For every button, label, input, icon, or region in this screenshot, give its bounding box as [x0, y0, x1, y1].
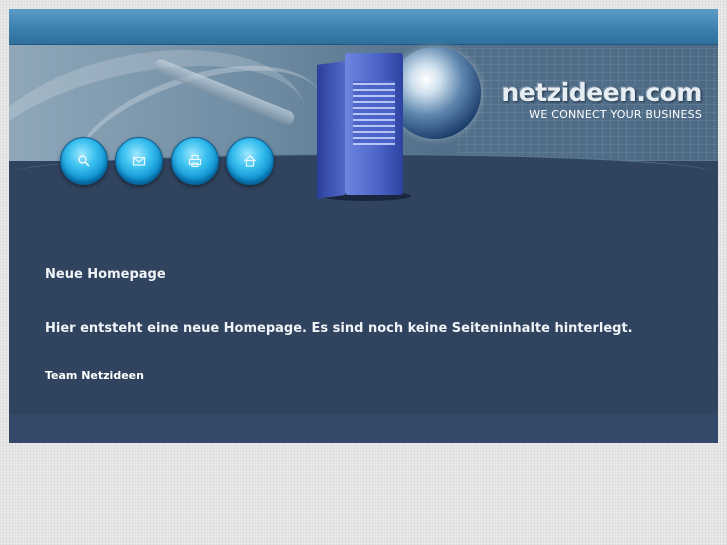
footer-bar [9, 414, 718, 443]
brand-tagline: WE CONNECT YOUR BUSINESS [529, 108, 702, 121]
brand-name: netzideen.com [501, 78, 703, 107]
signature: Team Netzideen [45, 369, 144, 382]
home-button[interactable] [226, 137, 274, 185]
server-side [317, 61, 345, 199]
search-icon [78, 155, 90, 167]
top-bar [9, 9, 718, 45]
mail-button[interactable] [115, 137, 163, 185]
home-icon [244, 155, 256, 167]
brand-logo[interactable]: netzideen.com WE CONNECT YOUR BUSINESS [501, 78, 703, 122]
server-slots [353, 81, 395, 145]
page-text: Hier entsteht eine neue Homepage. Es sin… [45, 321, 633, 336]
print-button[interactable] [171, 137, 219, 185]
server-image [317, 53, 413, 201]
mail-icon [132, 156, 146, 166]
printer-icon [188, 154, 202, 168]
search-button[interactable] [60, 137, 108, 185]
page-heading: Neue Homepage [45, 267, 166, 282]
